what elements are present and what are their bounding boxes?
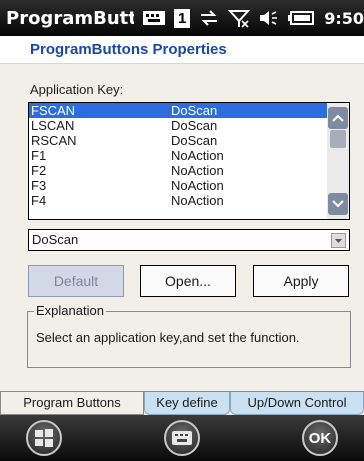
scroll-thumb[interactable] <box>330 130 346 148</box>
list-item[interactable]: F2 NoAction <box>29 163 349 178</box>
key-action: NoAction <box>171 178 224 193</box>
keyboard-button[interactable] <box>164 420 200 456</box>
connectivity-icon[interactable] <box>198 8 220 28</box>
key-action: DoScan <box>171 103 218 118</box>
key-action: DoScan <box>171 118 218 133</box>
scroll-up-button[interactable] <box>328 107 348 129</box>
tab-bar: Program Buttons Key define Up/Down Contr… <box>0 391 364 416</box>
list-item[interactable]: F1 NoAction <box>29 148 349 163</box>
number-badge-icon: 1 <box>174 8 191 28</box>
page-title: ProgramButtons Properties <box>0 36 364 64</box>
application-key-list[interactable]: FSCAN DoScan LSCAN DoScan RSCAN DoScan F1 NoAct… <box>28 102 350 220</box>
clock[interactable]: 9:50 <box>324 9 364 28</box>
windows-icon <box>35 429 53 447</box>
start-button[interactable] <box>26 420 62 456</box>
keyboard-icon[interactable] <box>142 10 166 26</box>
badge-number: 1 <box>174 8 191 28</box>
function-select-value: DoScan <box>32 232 79 247</box>
key-action: NoAction <box>171 163 224 178</box>
key-name: F2 <box>31 163 47 178</box>
key-name: F3 <box>31 178 47 193</box>
apply-button[interactable]: Apply <box>253 265 349 297</box>
list-item[interactable]: LSCAN DoScan <box>29 118 349 133</box>
key-action: NoAction <box>171 193 224 208</box>
application-key-label: Application Key: <box>30 82 124 97</box>
function-select[interactable]: DoScan <box>28 229 350 251</box>
key-name: F4 <box>31 193 47 208</box>
tab-program-buttons[interactable]: Program Buttons <box>0 392 144 415</box>
battery-icon[interactable] <box>288 10 315 26</box>
list-item[interactable]: FSCAN DoScan <box>29 103 349 118</box>
explanation-group: Explanation Select an application key,an… <box>27 303 351 368</box>
key-action: NoAction <box>171 148 224 163</box>
default-button[interactable]: Default <box>28 265 124 297</box>
tab-key-define[interactable]: Key define <box>144 392 230 415</box>
key-action: DoScan <box>171 133 218 148</box>
app-title[interactable]: ProgramButtoı <box>6 8 134 29</box>
key-name: RSCAN <box>31 133 77 148</box>
ok-button[interactable]: OK <box>302 420 338 456</box>
keyboard-icon <box>172 431 192 445</box>
list-item[interactable]: F3 NoAction <box>29 178 349 193</box>
bottom-bar: OK <box>0 415 364 461</box>
list-item[interactable]: RSCAN DoScan <box>29 133 349 148</box>
key-name: F1 <box>31 148 47 163</box>
list-scrollbar[interactable] <box>327 103 349 219</box>
no-signal-icon[interactable] <box>228 8 251 28</box>
list-item[interactable]: F4 NoAction <box>29 193 349 208</box>
open-button[interactable]: Open... <box>140 265 236 297</box>
explanation-legend: Explanation <box>34 303 106 318</box>
scroll-down-button[interactable] <box>328 193 348 215</box>
key-name: LSCAN <box>31 118 75 133</box>
chevron-up-icon <box>332 114 344 122</box>
chevron-down-icon <box>332 200 344 208</box>
volume-icon[interactable] <box>258 8 280 28</box>
status-bar: ProgramButtoı 1 9:50 <box>0 0 364 36</box>
explanation-text: Select an application key,and set the fu… <box>36 330 300 345</box>
dropdown-arrow-icon[interactable] <box>331 233 346 248</box>
key-name: FSCAN <box>31 103 76 118</box>
tab-up-down-control[interactable]: Up/Down Control <box>230 392 364 415</box>
